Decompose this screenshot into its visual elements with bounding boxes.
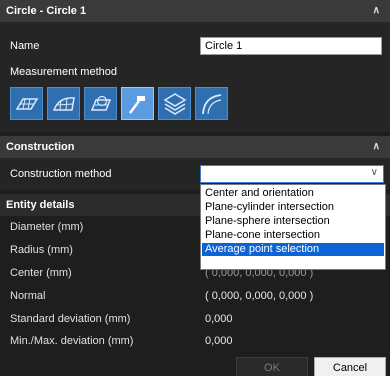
standard-deviation-label: Standard deviation (mm) [10, 313, 131, 325]
min-max-deviation-label: Min./Max. deviation (mm) [10, 335, 134, 347]
cancel-button[interactable]: Cancel [314, 357, 386, 376]
radius-label: Radius (mm) [10, 244, 73, 256]
construction-method-dropdown: Center and orientation Plane-cylinder in… [200, 184, 386, 270]
panel-title: Circle - Circle 1 [6, 5, 87, 17]
min-max-deviation-value: 0,000 [205, 335, 233, 347]
collapse-chevron-icon[interactable]: ∧ [373, 0, 380, 22]
sphere-mesh-icon [90, 95, 112, 111]
dropdown-option-plane-cylinder[interactable]: Plane-cylinder intersection [202, 201, 384, 214]
surface-mesh-icon [52, 97, 75, 111]
measurement-method-label: Measurement method [10, 66, 117, 78]
dropdown-option-center-orientation[interactable]: Center and orientation [202, 187, 384, 200]
collapse-chevron-icon[interactable]: ∧ [373, 136, 380, 158]
panel-header[interactable]: Circle - Circle 1 ∧ [0, 0, 390, 22]
sphere-mesh-button[interactable] [84, 87, 117, 120]
name-label: Name [10, 40, 40, 52]
dropdown-option-plane-cone[interactable]: Plane-cone intersection [202, 229, 384, 242]
probe-hammer-icon [129, 96, 145, 114]
normal-value: ( 0,000, 0,000, 0,000 ) [205, 290, 314, 302]
layers-icon [163, 93, 187, 115]
arc-curve-icon [202, 94, 222, 115]
probe-hammer-button[interactable] [121, 87, 154, 120]
surface-probe-button[interactable] [10, 87, 43, 120]
construction-method-label: Construction method [10, 168, 112, 180]
normal-label: Normal [10, 290, 46, 302]
dropdown-option-average-point[interactable]: Average point selection [202, 243, 384, 256]
surface-mesh-button[interactable] [47, 87, 80, 120]
construction-title: Construction [6, 141, 75, 153]
layers-button[interactable] [158, 87, 191, 120]
dropdown-option-plane-sphere[interactable]: Plane-sphere intersection [202, 215, 384, 228]
chevron-down-icon[interactable]: ∨ [371, 167, 378, 178]
diameter-label: Diameter (mm) [10, 221, 84, 233]
center-label: Center (mm) [10, 267, 72, 279]
standard-deviation-value: 0,000 [205, 313, 233, 325]
ok-button[interactable]: OK [236, 357, 308, 376]
construction-header[interactable]: Construction ∧ [0, 136, 390, 158]
arc-curve-button[interactable] [195, 87, 228, 120]
construction-method-select[interactable]: ∨ [200, 165, 384, 183]
entity-details-title: Entity details [6, 199, 75, 211]
surface-probe-icon [15, 98, 39, 110]
name-input[interactable]: Circle 1 [200, 37, 382, 55]
